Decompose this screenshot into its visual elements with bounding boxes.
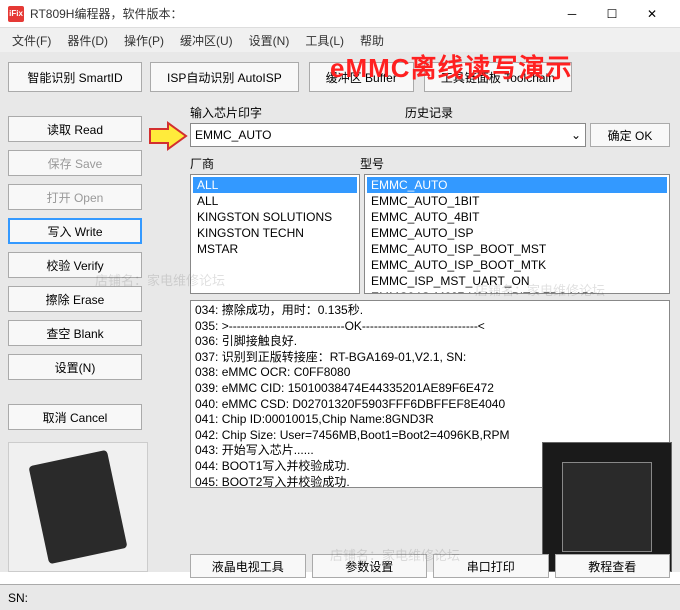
list-item[interactable]: MSTAR — [193, 241, 357, 257]
socket-image — [8, 442, 148, 572]
chevron-down-icon: ⌄ — [571, 128, 581, 142]
sn-label: SN: — [8, 591, 28, 605]
log-line: 041: Chip ID:00010015,Chip Name:8GND3R — [195, 412, 665, 428]
bottom-toolbar: 液晶电视工具 参数设置 串口打印 教程查看 — [190, 554, 670, 578]
log-line: 042: Chip Size: User=7456MB,Boot1=Boot2=… — [195, 428, 665, 444]
chip-combobox[interactable]: EMMC_AUTO ⌄ — [190, 123, 586, 147]
list-item[interactable]: EMMC_AUTO_4BIT — [367, 209, 667, 225]
menu-settings[interactable]: 设置(N) — [241, 30, 298, 51]
titlebar: iFix RT809H编程器，软件版本： ─ ☐ ✕ — [0, 0, 680, 28]
menu-device[interactable]: 器件(D) — [59, 30, 116, 51]
log-line: 036: 引脚接触良好. — [195, 334, 665, 350]
chip-value: EMMC_AUTO — [195, 128, 271, 142]
blank-button[interactable]: 查空 Blank — [8, 320, 142, 346]
input-chip-label: 输入芯片印字 — [190, 104, 405, 121]
log-line: 039: eMMC CID: 15010038474E44335201AE89F… — [195, 381, 665, 397]
menu-operate[interactable]: 操作(P) — [116, 30, 172, 51]
tutorial-button[interactable]: 教程查看 — [555, 554, 671, 578]
log-line: 040: eMMC CSD: D02701320F5903FFF6DBFFEF8… — [195, 397, 665, 413]
list-item[interactable]: ALL — [193, 177, 357, 193]
erase-button[interactable]: 擦除 Erase — [8, 286, 142, 312]
settings-button[interactable]: 设置(N) — [8, 354, 142, 380]
list-item[interactable]: EMMC_ISP_MST_UART_ON — [367, 273, 667, 289]
open-button[interactable]: 打开 Open — [8, 184, 142, 210]
log-line: 037: 识别到正版转接座：RT-BGA169-01,V2.1, SN: — [195, 350, 665, 366]
autoisp-button[interactable]: ISP自动识别 AutoISP — [150, 62, 299, 92]
list-item[interactable]: ALL — [193, 193, 357, 209]
close-button[interactable]: ✕ — [632, 0, 672, 28]
model-header: 型号 — [360, 155, 384, 172]
arrow-icon — [146, 121, 190, 151]
list-item[interactable]: EMMC_AUTO_1BIT — [367, 193, 667, 209]
overlay-title: eMMC离线读写演示 — [330, 48, 573, 85]
list-item[interactable]: EMMC_AUTO — [367, 177, 667, 193]
read-button[interactable]: 读取 Read — [8, 116, 142, 142]
ok-button[interactable]: 确定 OK — [590, 123, 670, 147]
lcd-tools-button[interactable]: 液晶电视工具 — [190, 554, 306, 578]
list-item[interactable]: EMMC04G-M627-X01U_1BIT@FBGA153 — [367, 289, 667, 294]
statusbar: SN: — [0, 584, 680, 610]
minimize-button[interactable]: ─ — [552, 0, 592, 28]
verify-button[interactable]: 校验 Verify — [8, 252, 142, 278]
list-item[interactable]: KINGSTON SOLUTIONS — [193, 209, 357, 225]
model-listbox[interactable]: EMMC_AUTO EMMC_AUTO_1BIT EMMC_AUTO_4BIT … — [364, 174, 670, 294]
list-item[interactable]: EMMC_AUTO_ISP_BOOT_MTK — [367, 257, 667, 273]
serial-print-button[interactable]: 串口打印 — [433, 554, 549, 578]
write-button[interactable]: 写入 Write — [8, 218, 142, 244]
vendor-header: 厂商 — [190, 155, 360, 172]
history-label: 历史记录 — [405, 104, 670, 121]
window-title: RT809H编程器，软件版本： — [30, 5, 552, 22]
log-line: 034: 擦除成功，用时：0.135秒. — [195, 303, 665, 319]
app-icon: iFix — [8, 6, 24, 22]
smartid-button[interactable]: 智能识别 SmartID — [8, 62, 142, 92]
list-item[interactable]: EMMC_AUTO_ISP_BOOT_MST — [367, 241, 667, 257]
save-button[interactable]: 保存 Save — [8, 150, 142, 176]
log-line: 038: eMMC OCR: C0FF8080 — [195, 365, 665, 381]
menu-buffer[interactable]: 缓冲区(U) — [172, 30, 241, 51]
cancel-button[interactable]: 取消 Cancel — [8, 404, 142, 430]
vendor-listbox[interactable]: ALL ALL KINGSTON SOLUTIONS KINGSTON TECH… — [190, 174, 360, 294]
param-settings-button[interactable]: 参数设置 — [312, 554, 428, 578]
list-item[interactable]: KINGSTON TECHN — [193, 225, 357, 241]
chip-image — [542, 442, 672, 572]
maximize-button[interactable]: ☐ — [592, 0, 632, 28]
menu-file[interactable]: 文件(F) — [4, 30, 59, 51]
log-line: 035: >-----------------------------OK---… — [195, 319, 665, 335]
list-item[interactable]: EMMC_AUTO_ISP — [367, 225, 667, 241]
